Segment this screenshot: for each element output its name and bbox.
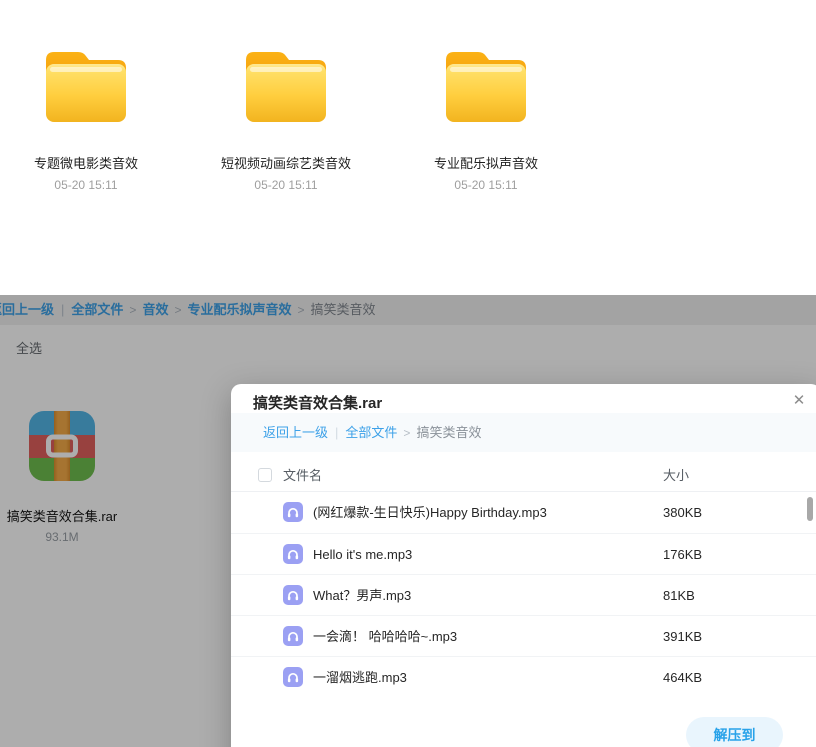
- column-header-filename: 文件名: [283, 460, 322, 492]
- file-row[interactable]: Hello it's me.mp3 176KB: [231, 533, 816, 574]
- modal-breadcrumb-link-all-files[interactable]: 全部文件: [345, 425, 397, 440]
- folder-item[interactable]: 短视频动画综艺类音效 05-20 15:11: [205, 40, 367, 192]
- file-row[interactable]: 一会滴！ 哈哈哈哈~.mp3 391KB: [231, 615, 816, 656]
- modal-breadcrumb-current: 搞笑类音效: [416, 425, 481, 440]
- folder-date: 05-20 15:11: [205, 178, 367, 192]
- folder-item[interactable]: 专题微电影类音效 05-20 15:11: [5, 40, 167, 192]
- folder-item[interactable]: 专业配乐拟声音效 05-20 15:11: [405, 40, 567, 192]
- folder-icon: [238, 40, 334, 126]
- file-row[interactable]: 一溜烟逃跑.mp3 464KB: [231, 656, 816, 697]
- folder-date: 05-20 15:11: [405, 178, 567, 192]
- audio-file-icon: [283, 544, 303, 564]
- file-name: What？男声.mp3: [313, 575, 411, 616]
- close-icon[interactable]: ✕: [789, 391, 809, 411]
- file-size: 380KB: [663, 492, 702, 533]
- file-name: (网红爆款-生日快乐)Happy Birthday.mp3: [313, 492, 547, 533]
- modal-breadcrumb: 返回上一级 | 全部文件 > 搞笑类音效: [231, 413, 816, 452]
- file-name: 一会滴！ 哈哈哈哈~.mp3: [313, 616, 457, 657]
- file-table-header: 文件名 大小: [231, 460, 816, 492]
- file-size: 391KB: [663, 616, 702, 657]
- modal-title: 搞笑类音效合集.rar: [253, 392, 382, 413]
- archive-preview-modal: 搞笑类音效合集.rar ✕ 返回上一级 | 全部文件 > 搞笑类音效 文件名 大小 (网…: [231, 384, 816, 747]
- breadcrumb-arrow-icon: >: [403, 426, 410, 440]
- folders-section: 专题微电影类音效 05-20 15:11 短视频动画综艺类音效 05-20 15…: [0, 0, 816, 295]
- file-row[interactable]: (网红爆款-生日快乐)Happy Birthday.mp3 380KB: [231, 492, 816, 533]
- breadcrumb-pipe-separator: |: [335, 425, 338, 440]
- file-size: 81KB: [663, 575, 695, 616]
- file-row[interactable]: What？男声.mp3 81KB: [231, 574, 816, 615]
- file-name: 一溜烟逃跑.mp3: [313, 657, 407, 698]
- file-name: Hello it's me.mp3: [313, 534, 412, 575]
- file-size: 464KB: [663, 657, 702, 698]
- modal-breadcrumb-back-link[interactable]: 返回上一级: [263, 425, 328, 440]
- audio-file-icon: [283, 626, 303, 646]
- folder-name: 短视频动画综艺类音效: [205, 156, 367, 171]
- folder-name: 专业配乐拟声音效: [405, 156, 567, 171]
- audio-file-icon: [283, 585, 303, 605]
- folder-icon: [438, 40, 534, 126]
- folder-date: 05-20 15:11: [5, 178, 167, 192]
- folder-name: 专题微电影类音效: [5, 156, 167, 171]
- audio-file-icon: [283, 502, 303, 522]
- extract-to-button[interactable]: 解压到: [686, 717, 783, 747]
- folder-icon: [38, 40, 134, 126]
- column-header-size: 大小: [663, 460, 689, 492]
- select-all-checkbox[interactable]: [258, 468, 272, 482]
- scrollbar-thumb[interactable]: [807, 497, 813, 521]
- file-list: (网红爆款-生日快乐)Happy Birthday.mp3 380KB Hell…: [231, 492, 816, 697]
- audio-file-icon: [283, 667, 303, 687]
- file-size: 176KB: [663, 534, 702, 575]
